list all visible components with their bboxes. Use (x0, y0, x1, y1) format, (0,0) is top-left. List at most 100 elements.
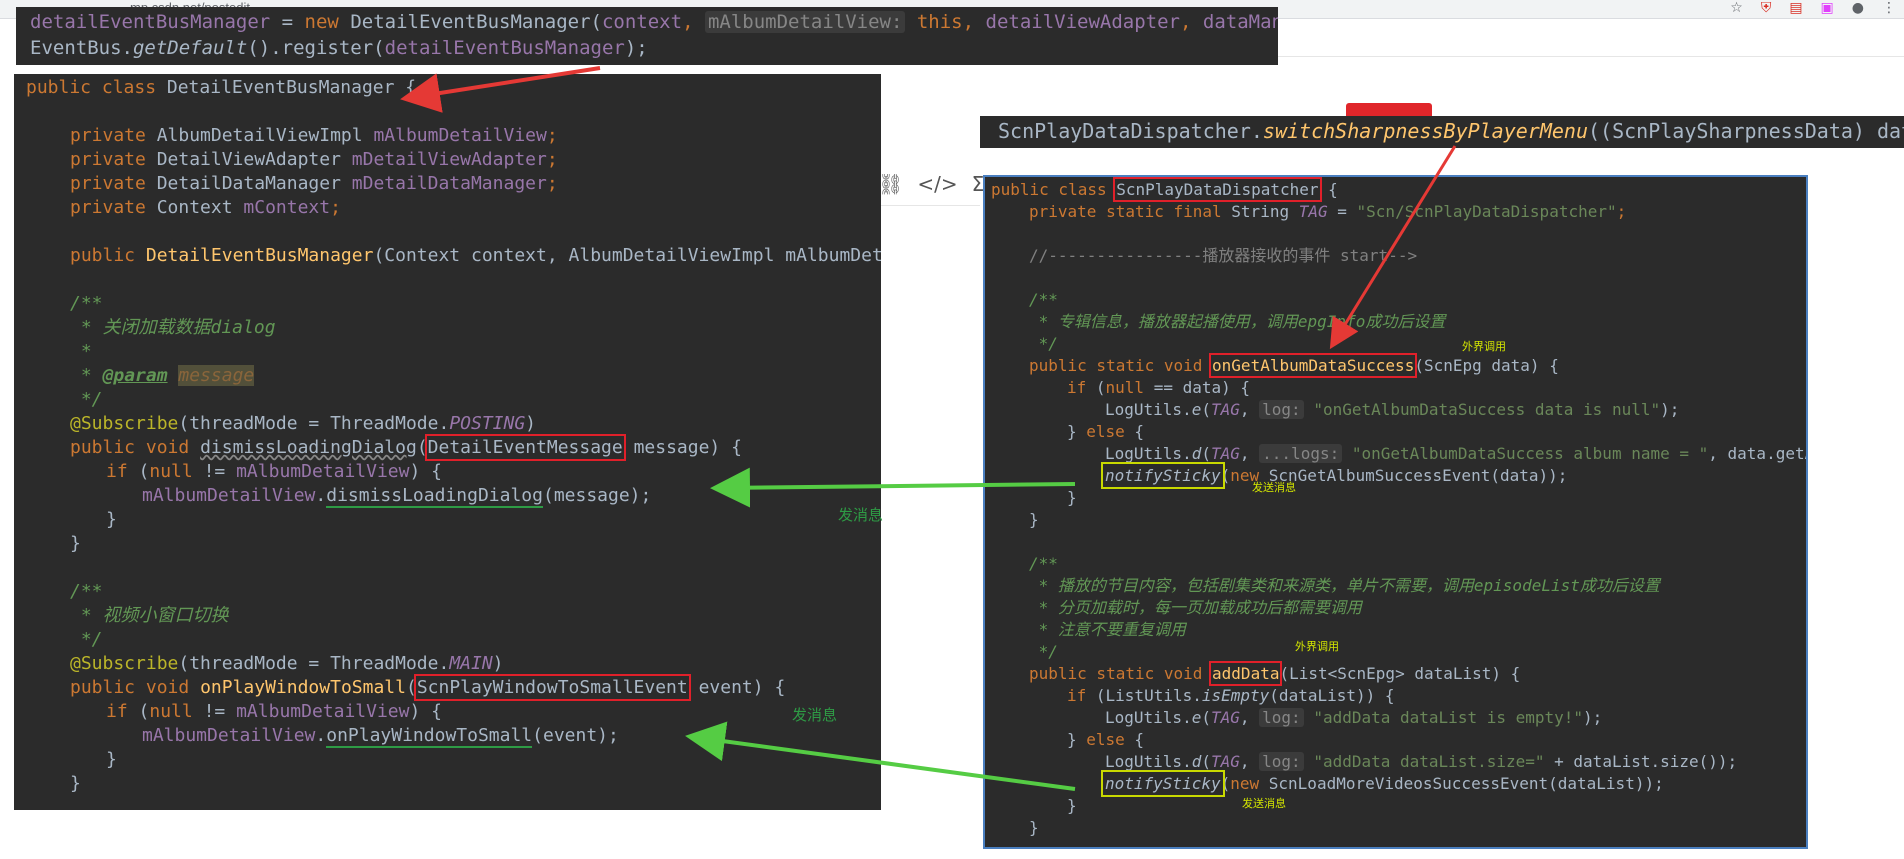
code-token: "onGetAlbumDataSuccess album name = " (1342, 444, 1709, 463)
code-line: if (null != mAlbumDetailView) { (106, 461, 442, 483)
code-token: String (1221, 202, 1299, 221)
code-line: */ (70, 389, 103, 410)
shield-icon[interactable]: ⛨ (1761, 0, 1772, 16)
code-token: ; (1616, 202, 1627, 221)
code-token: d (1191, 752, 1202, 771)
code-token: ((ScnPlaySharpnessData) dat (1588, 119, 1904, 143)
code-token: , (1239, 752, 1260, 771)
param-hint: log: (1259, 400, 1304, 419)
code-token: LogUtils. (1105, 444, 1192, 463)
code-token: ().register( (247, 37, 385, 59)
code-line: if (ListUtils.isEmpty(dataList)) { (1067, 685, 1395, 707)
code-token: event) { (687, 677, 786, 698)
editor-toolbar: ⛓ </> Σ (878, 172, 984, 196)
code-token: private (70, 125, 146, 146)
code-token: ( (416, 437, 428, 458)
code-token: getDefault (132, 37, 248, 59)
code-token: @Subscribe (70, 653, 179, 674)
code-line: } (1029, 510, 1039, 529)
code-token: != (192, 461, 237, 482)
more-icon[interactable]: ⋮ (1882, 0, 1896, 16)
link-icon[interactable]: ⛓ (878, 172, 903, 196)
code-token: (event); (532, 725, 619, 746)
code-token: ) (492, 653, 504, 674)
code-token: @param (102, 365, 168, 386)
code-line: } (106, 509, 117, 530)
code-token: } (1067, 422, 1087, 441)
code-token: switchSharpnessByPlayerMenu (1262, 119, 1589, 143)
star-icon[interactable]: ☆ (1730, 0, 1743, 16)
code-token: public static void (1029, 356, 1203, 375)
highlighted-notify-call: notifySticky (1101, 462, 1225, 489)
code-token: { (1124, 422, 1145, 441)
code-token: ) { (409, 701, 442, 722)
code-line: private DetailViewAdapter mDetailViewAda… (70, 149, 558, 171)
code-token: , (1239, 708, 1260, 727)
code-token: (message); (542, 485, 652, 506)
code-line: public class DetailEventBusManager { (26, 77, 416, 99)
code-line: public class ScnPlayDataDispatcher { (991, 177, 1338, 202)
code-line: if (null == data) { (1067, 377, 1250, 399)
code-line: * 注意不要重复调用 (1029, 620, 1186, 639)
code-token: ScnGetAlbumSuccessEvent(data)); (1259, 466, 1568, 485)
code-line: notifySticky(new ScnGetAlbumSuccessEvent… (1101, 462, 1568, 489)
code-line: */ (1029, 642, 1058, 661)
code-token: = (270, 11, 305, 33)
code-line: * 关闭加载数据dialog (70, 317, 276, 338)
code-token: DetailViewAdapter (145, 149, 352, 170)
code-line: /** (1029, 554, 1058, 573)
code-line: mAlbumDetailView.onPlayWindowToSmall(eve… (142, 725, 619, 748)
code-line: @Subscribe(threadMode = ThreadMode.MAIN) (70, 653, 504, 675)
code-token: , (1239, 400, 1260, 419)
pdf-icon[interactable]: ▤ (1789, 0, 1802, 16)
code-line: EventBus.getDefault().register(detailEve… (30, 37, 648, 59)
message-label: 发消息 (838, 506, 884, 524)
toolbar-icons: ☆ ⛨ ▤ ▣ ● ⋮ (1730, 0, 1896, 16)
code-line: private static final String TAG = "Scn/S… (1029, 201, 1626, 223)
left-code-editor: public class DetailEventBusManager { pri… (14, 74, 881, 810)
code-line: */ (70, 629, 103, 650)
right-code-editor: public class ScnPlayDataDispatcher { pri… (983, 175, 1808, 849)
code-token: (ScnEpg data) { (1414, 356, 1559, 375)
extension-icon[interactable]: ▣ (1821, 0, 1834, 16)
code-token: DetailDataManager (145, 173, 352, 194)
highlighted-class-name: ScnPlayDataDispatcher (1113, 177, 1322, 202)
highlighted-event-type: ScnPlayWindowToSmallEvent (413, 674, 691, 701)
code-icon[interactable]: </> (917, 172, 957, 196)
highlighted-method: addData (1209, 661, 1283, 686)
code-token: mAlbumDetailView (142, 725, 316, 746)
code-token: "Scn/ScnPlayDataDispatcher" (1356, 202, 1617, 221)
code-token: public (70, 245, 136, 266)
code-token: "addData dataList is empty!" (1303, 708, 1584, 727)
code-token: ; (330, 197, 341, 218)
code-line: mAlbumDetailView.dismissLoadingDialog(me… (142, 485, 652, 508)
code-token: } (1067, 730, 1087, 749)
code-line: /** (1029, 290, 1058, 309)
highlighted-event-type: DetailEventMessage (424, 434, 626, 461)
code-token: { (1124, 730, 1145, 749)
code-line: } (1067, 796, 1077, 815)
code-token: (threadMode = ThreadMode. (178, 653, 450, 674)
code-token: (threadMode = ThreadMode. (178, 413, 450, 434)
code-token: (ListUtils. (1086, 686, 1202, 705)
code-token: dismissLoadingDialog (200, 437, 417, 458)
code-token: ScnLoadMoreVideosSuccessEvent(dataList))… (1259, 774, 1664, 793)
account-icon[interactable]: ● (1852, 0, 1864, 16)
code-token: ( (1220, 774, 1231, 793)
code-line: * 专辑信息，播放器起播使用，调用epgInfo成功后设置 (1029, 312, 1446, 331)
code-line: } (70, 533, 81, 554)
code-line: if (null != mAlbumDetailView) { (106, 701, 442, 723)
code-line: } (70, 773, 81, 794)
code-token: onPlayWindowToSmall (200, 677, 406, 698)
code-token: mAlbumDetailView (373, 125, 547, 146)
send-message-label: 发送消息 (1252, 481, 1296, 494)
code-token: (Context context, AlbumDetailViewImpl mA… (373, 245, 881, 266)
code-token: ; (546, 173, 558, 194)
code-line: public static void addData(List<ScnEpg> … (1029, 661, 1520, 686)
code-token: , (1239, 444, 1260, 463)
code-token: MAIN (449, 653, 493, 674)
code-line: public static void onGetAlbumDataSuccess… (1029, 353, 1559, 378)
